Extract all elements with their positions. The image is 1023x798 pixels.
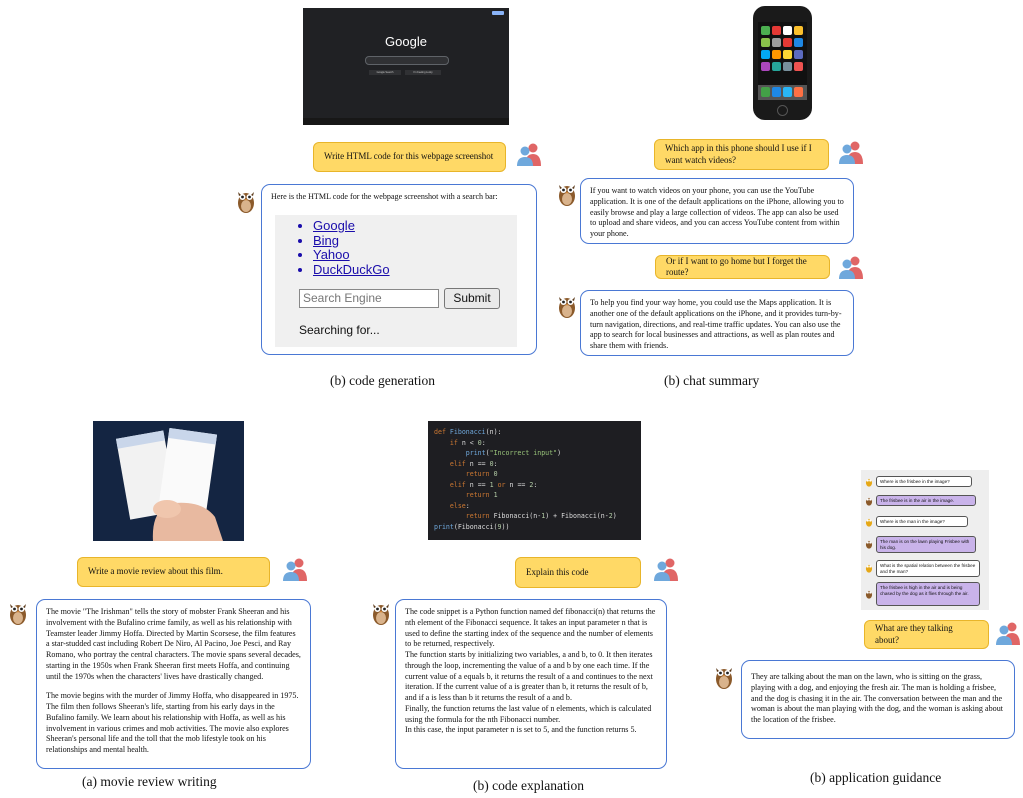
user-avatar-icon	[517, 143, 541, 166]
bot-bubble-chat-2: To help you find your way home, you coul…	[580, 290, 854, 356]
owl-assistant-icon	[10, 604, 26, 625]
google-lucky-button: I'm Feeling Lucky	[405, 70, 441, 75]
user-avatar-icon	[839, 256, 863, 279]
review-paragraph-2: The movie begins with the murder of Jimm…	[46, 691, 299, 754]
bot-response-intro: Here is the HTML code for the webpage sc…	[271, 192, 498, 201]
google-footer	[303, 118, 509, 125]
link-bing[interactable]: Bing	[313, 233, 390, 249]
owl-assistant-icon	[716, 668, 732, 689]
iphone-screen	[758, 22, 807, 100]
bot-response-text: To help you find your way home, you coul…	[590, 298, 842, 350]
caption-application-guidance: (b) application guidance	[810, 770, 942, 785]
bot-bubble-movie-review: The movie "The Irishman" tells the story…	[36, 599, 311, 769]
user-avatar-icon	[283, 558, 307, 581]
explanation-line-3: Finally, the function returns the last v…	[405, 703, 652, 724]
bot-response-text: If you want to watch videos on your phon…	[590, 186, 844, 238]
bot-bubble-code-explanation: The code snippet is a Python function na…	[395, 599, 667, 769]
owl-assistant-icon	[373, 604, 389, 625]
thumb-question-1: Where is the frisbee in the image?	[876, 476, 972, 487]
google-signin-badge	[492, 11, 504, 15]
user-avatar-icon	[654, 558, 678, 581]
caption-chat-summary: (b) chat summary	[664, 373, 760, 388]
explanation-line-1: The code snippet is a Python function na…	[405, 607, 656, 649]
movie-tickets-image	[93, 421, 244, 541]
bot-bubble-chat-1: If you want to watch videos on your phon…	[580, 178, 854, 244]
bot-response-text: They are talking about the man on the la…	[751, 672, 1003, 724]
user-avatar-icon	[996, 622, 1020, 645]
google-screenshot-image: Google Google Search I'm Feeling Lucky	[303, 8, 509, 125]
owl-icon-small	[865, 540, 873, 549]
link-duckduckgo[interactable]: DuckDuckGo	[313, 262, 390, 278]
caption-code-generation: (b) code generation	[330, 373, 435, 388]
owl-icon-small	[865, 518, 873, 527]
chat-app-thumbnail: Where is the frisbee in the image? The f…	[861, 470, 989, 610]
user-prompt-text: Or if I want to go home but I forget the…	[666, 255, 807, 277]
user-prompt-text: Explain this code	[526, 566, 589, 577]
rendered-html-demo: Google Bing Yahoo DuckDuckGo Search Engi…	[275, 215, 517, 347]
bot-bubble-app-guidance: They are talking about the man on the la…	[741, 660, 1015, 739]
link-yahoo[interactable]: Yahoo	[313, 247, 390, 263]
google-search-box	[365, 56, 449, 65]
caption-code-explanation: (b) code explanation	[473, 778, 584, 793]
user-prompt-text: Which app in this phone should I use if …	[665, 143, 812, 165]
caption-movie-review: (a) movie review writing	[82, 774, 217, 789]
google-logo: Google	[385, 34, 427, 49]
iphone-image	[753, 6, 812, 120]
owl-assistant-icon	[559, 185, 575, 206]
thumb-answer-2: The man is on the lawn playing Frisbee w…	[876, 536, 976, 553]
owl-icon-small	[865, 564, 873, 573]
review-paragraph-1: The movie "The Irishman" tells the story…	[46, 607, 301, 681]
searching-status: Searching for...	[299, 323, 380, 337]
google-search-button: Google Search	[369, 70, 401, 75]
user-prompt-text: Write HTML code for this webpage screens…	[324, 151, 494, 162]
thumb-question-2: Where is the man in the image?	[876, 516, 968, 527]
user-prompt-text: What are they talking about?	[875, 623, 953, 645]
owl-assistant-icon	[238, 192, 254, 213]
user-bubble-code-gen: Write HTML code for this webpage screens…	[313, 142, 506, 172]
explanation-line-2: The function starts by initializing two …	[405, 650, 653, 702]
link-google[interactable]: Google	[313, 218, 390, 234]
search-engine-input[interactable]: Search Engine	[299, 289, 439, 308]
user-bubble-chat-1: Which app in this phone should I use if …	[654, 139, 829, 170]
iphone-home-button	[777, 105, 788, 116]
python-code-image: def Fibonacci(n): if n < 0: print("Incor…	[428, 421, 641, 540]
app-grid-icon	[758, 26, 807, 100]
user-bubble-chat-2: Or if I want to go home but I forget the…	[655, 255, 830, 279]
search-engine-link-list: Google Bing Yahoo DuckDuckGo	[275, 218, 390, 278]
thumb-answer-3: The frisbee is high in the air and is be…	[876, 582, 980, 606]
thumb-question-3: What is the spatial relation between the…	[876, 560, 980, 577]
owl-icon-small	[865, 478, 873, 487]
user-bubble-movie: Write a movie review about this film.	[77, 557, 270, 587]
owl-assistant-icon	[559, 297, 575, 318]
owl-icon-small	[865, 497, 873, 506]
user-prompt-text: Write a movie review about this film.	[88, 566, 223, 577]
thumb-answer-1: The frisbee is in the air in the image.	[876, 495, 976, 506]
user-avatar-icon	[839, 141, 863, 164]
submit-button[interactable]: Submit	[444, 288, 500, 309]
user-bubble-app-guidance: What are they talking about?	[864, 620, 989, 649]
user-bubble-code-explain: Explain this code	[515, 557, 641, 588]
owl-icon-small	[865, 590, 873, 599]
explanation-line-4: In this case, the input parameter n is s…	[405, 725, 637, 735]
